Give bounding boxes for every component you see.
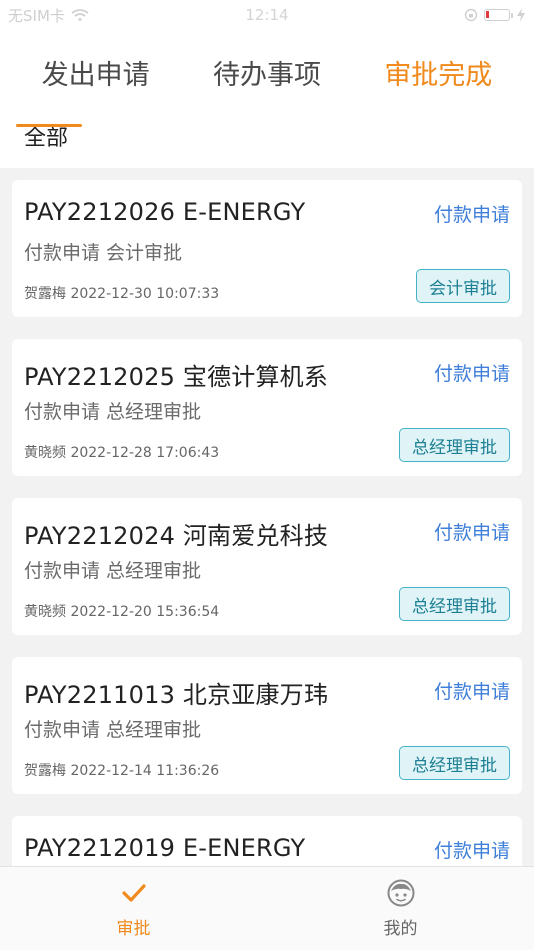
wifi-icon xyxy=(71,9,89,21)
app-screen: 无SIM卡 12:14 发出申请 待办事项 审批完成 全部 PAY2212026… xyxy=(0,0,534,950)
status-badge: 总经理审批 xyxy=(399,587,510,621)
face-icon xyxy=(387,879,414,907)
filter-row: 全部 xyxy=(0,114,534,168)
item-meta: 贺露梅 2022-12-30 10:07:33 xyxy=(24,286,220,302)
item-meta: 黄晓频 2022-12-28 17:06:43 xyxy=(24,445,220,461)
status-left: 无SIM卡 xyxy=(8,5,89,26)
nav-approval[interactable]: 审批 xyxy=(0,867,267,950)
item-title: PAY2212019 E-ENERGY xyxy=(24,834,306,862)
status-badge: 总经理审批 xyxy=(399,746,510,780)
header: 发出申请 待办事项 审批完成 全部 xyxy=(0,30,534,168)
filter-underline xyxy=(16,124,82,127)
nav-label: 我的 xyxy=(383,919,418,939)
battery-level xyxy=(486,11,489,18)
item-type-link: 付款申请 xyxy=(433,840,510,862)
battery-icon xyxy=(484,9,513,21)
list-item[interactable]: PAY2211013 北京亚康万玮 付款申请 付款申请 总经理审批 贺露梅 20… xyxy=(12,657,522,794)
list-item[interactable]: PAY2212019 E-ENERGY 付款申请 xyxy=(12,816,522,866)
item-title: PAY2212025 宝德计算机系 xyxy=(24,363,329,391)
bottom-nav: 审批 我的 xyxy=(0,866,534,950)
status-badge: 会计审批 xyxy=(416,269,510,303)
item-meta: 贺露梅 2022-12-14 11:36:26 xyxy=(24,763,220,779)
item-title: PAY2212024 河南爱兑科技 xyxy=(24,522,329,550)
nav-label: 审批 xyxy=(116,919,151,939)
item-subtitle: 付款申请 会计审批 xyxy=(24,242,183,264)
item-type-link: 付款申请 xyxy=(433,681,510,703)
item-title: PAY2212026 E-ENERGY xyxy=(24,198,306,226)
tab-sent-requests[interactable]: 发出申请 xyxy=(42,53,150,92)
tab-pending-items[interactable]: 待办事项 xyxy=(213,53,321,92)
tab-bar: 发出申请 待办事项 审批完成 xyxy=(0,30,534,114)
check-icon xyxy=(121,884,146,902)
item-subtitle: 付款申请 总经理审批 xyxy=(24,401,202,423)
item-type-link: 付款申请 xyxy=(433,522,510,544)
list-item[interactable]: PAY2212026 E-ENERGY 付款申请 付款申请 会计审批 贺露梅 2… xyxy=(12,180,522,317)
list-item[interactable]: PAY2212025 宝德计算机系 付款申请 付款申请 总经理审批 黄晓频 20… xyxy=(12,339,522,476)
approval-list[interactable]: PAY2212026 E-ENERGY 付款申请 付款申请 会计审批 贺露梅 2… xyxy=(0,168,534,866)
lock-rotation-icon xyxy=(464,8,478,22)
status-bar: 无SIM卡 12:14 xyxy=(0,0,534,30)
carrier-label: 无SIM卡 xyxy=(8,6,65,25)
item-subtitle: 付款申请 总经理审批 xyxy=(24,560,202,582)
status-badge: 总经理审批 xyxy=(399,428,510,462)
item-title: PAY2211013 北京亚康万玮 xyxy=(24,681,329,709)
item-subtitle: 付款申请 总经理审批 xyxy=(24,719,202,741)
charging-icon xyxy=(517,8,525,22)
item-type-link: 付款申请 xyxy=(433,204,510,226)
list-item[interactable]: PAY2212024 河南爱兑科技 付款申请 付款申请 总经理审批 黄晓频 20… xyxy=(12,498,522,635)
item-meta: 黄晓频 2022-12-20 15:36:54 xyxy=(24,604,220,620)
nav-mine[interactable]: 我的 xyxy=(267,867,534,950)
status-right xyxy=(464,8,526,22)
tab-approval-complete[interactable]: 审批完成 xyxy=(384,53,492,92)
item-type-link: 付款申请 xyxy=(433,363,510,385)
